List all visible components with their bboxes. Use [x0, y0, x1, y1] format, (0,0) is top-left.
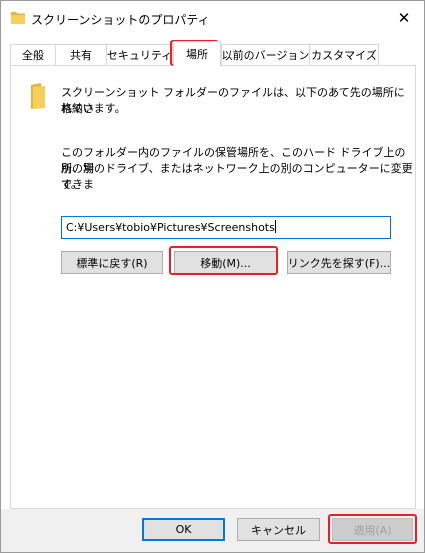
ok-button[interactable]: OK	[142, 518, 225, 541]
properties-dialog: スクリーンショットのプロパティ ✕ 全般 共有 セキュリティ 場所 以前のバージ…	[0, 0, 425, 553]
tab-previous-versions[interactable]: 以前のバージョン	[221, 44, 310, 65]
tab-general[interactable]: 全般	[10, 44, 56, 65]
description-line-3: す。	[61, 178, 82, 191]
close-button[interactable]: ✕	[384, 1, 424, 35]
apply-button[interactable]: 適用(A)	[332, 518, 413, 541]
find-target-button[interactable]: リンク先を探す(F)...	[287, 251, 391, 274]
window-title: スクリーンショットのプロパティ	[31, 13, 210, 27]
tab-sharing[interactable]: 共有	[55, 44, 107, 65]
folder-icon	[29, 83, 49, 109]
dialog-footer: OK キャンセル 適用(A)	[1, 509, 424, 552]
tab-strip: 全般 共有 セキュリティ 場所 以前のバージョン カスタマイズ	[10, 41, 416, 66]
tab-customize[interactable]: カスタマイズ	[309, 44, 379, 65]
intro-line-2: れています。	[61, 102, 126, 115]
location-panel: スクリーンショット フォルダーのファイルは、以下のあて先の場所に格納さ れていま…	[10, 65, 416, 509]
description-line-2: 所、別のドライブ、またはネットワーク上の別のコンピューターに変更できま	[61, 162, 413, 191]
close-icon: ✕	[397, 9, 411, 27]
text-caret	[274, 220, 276, 233]
restore-default-button[interactable]: 標準に戻す(R)	[61, 251, 163, 274]
tab-security[interactable]: セキュリティ	[106, 44, 173, 65]
folder-icon	[11, 11, 25, 24]
location-path-value: C:¥Users¥tobio¥Pictures¥Screenshots	[66, 221, 275, 234]
location-path-input[interactable]: C:¥Users¥tobio¥Pictures¥Screenshots	[61, 216, 391, 239]
tab-location[interactable]: 場所	[173, 41, 221, 66]
cancel-button[interactable]: キャンセル	[237, 518, 320, 541]
move-button[interactable]: 移動(M)...	[174, 251, 277, 274]
title-bar: スクリーンショットのプロパティ ✕	[1, 1, 424, 35]
